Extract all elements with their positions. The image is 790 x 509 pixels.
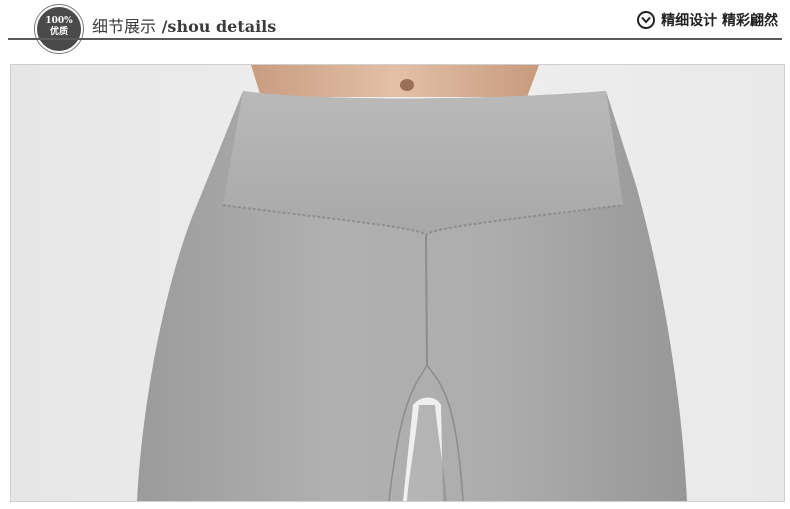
badge-line-1: 100%: [45, 16, 73, 26]
tagline: 精细设计 精彩翩然: [637, 10, 778, 30]
torso-skin: [251, 65, 539, 97]
section-header: 100% 优质 细节展示 /shou details 精细设计 精彩翩然: [0, 0, 790, 53]
leggings-illustration: [11, 65, 784, 501]
header-divider: [8, 38, 782, 40]
navel: [400, 79, 414, 91]
product-photo: [10, 64, 785, 502]
chevron-down-circle-icon: [637, 11, 656, 29]
tagline-text: 精细设计 精彩翩然: [661, 13, 778, 29]
badge-line-2: 优质: [49, 27, 68, 37]
quality-badge: 100% 优质: [35, 5, 83, 53]
title-chinese: 细节展示: [92, 17, 157, 36]
section-title: 细节展示 /shou details: [92, 13, 276, 37]
title-english: /shou details: [156, 17, 277, 36]
center-seam: [425, 234, 428, 366]
